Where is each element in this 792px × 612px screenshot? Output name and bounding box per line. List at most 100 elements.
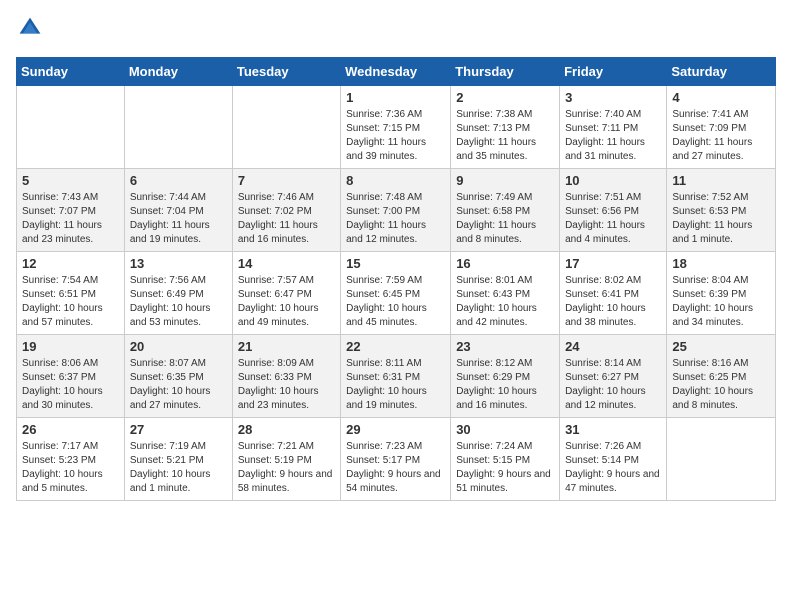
calendar-cell: 14 Sunrise: 7:57 AM Sunset: 6:47 PM Dayli… [232, 252, 340, 335]
calendar-table: SundayMondayTuesdayWednesdayThursdayFrid… [16, 57, 776, 501]
day-info: Sunrise: 7:57 AM Sunset: 6:47 PM Dayligh… [238, 274, 335, 330]
day-info: Sunrise: 8:16 AM Sunset: 6:25 PM Dayligh… [672, 357, 770, 413]
weekday-header-thursday: Thursday [451, 58, 560, 86]
calendar-cell: 20Sunrise: 8:07 AM Sunset: 6:35 PM Dayli… [124, 335, 232, 418]
calendar-cell: 17 Sunrise: 8:02 AM Sunset: 6:41 PM Dayli… [560, 252, 667, 335]
day-info: Sunrise: 7:43 AM Sunset: 7:07 PM Dayligh… [22, 191, 119, 247]
calendar-cell: 6 Sunrise: 7:44 AM Sunset: 7:04 PM Daylig… [124, 169, 232, 252]
page-header [16, 16, 776, 45]
calendar-cell: 22 Sunrise: 8:11 AM Sunset: 6:31 PM Dayli… [341, 335, 451, 418]
day-info: Sunrise: 8:07 AM Sunset: 6:35 PM Dayligh… [130, 357, 227, 413]
weekday-header-sunday: Sunday [17, 58, 125, 86]
calendar-cell: 16 Sunrise: 8:01 AM Sunset: 6:43 PM Dayli… [451, 252, 560, 335]
calendar-cell: 29 Sunrise: 7:23 AM Sunset: 5:17 PM Dayli… [341, 418, 451, 501]
calendar-cell: 4 Sunrise: 7:41 AM Sunset: 7:09 PM Daylig… [667, 86, 776, 169]
day-number: 30 [456, 422, 554, 437]
day-info: Sunrise: 8:09 AM Sunset: 6:33 PM Dayligh… [238, 357, 335, 413]
day-info: Sunrise: 8:02 AM Sunset: 6:41 PM Dayligh… [565, 274, 661, 330]
calendar-cell: 12Sunrise: 7:54 AM Sunset: 6:51 PM Dayli… [17, 252, 125, 335]
day-info: Sunrise: 7:41 AM Sunset: 7:09 PM Dayligh… [672, 108, 770, 164]
day-number: 25 [672, 339, 770, 354]
day-info: Sunrise: 8:01 AM Sunset: 6:43 PM Dayligh… [456, 274, 554, 330]
day-number: 9 [456, 173, 554, 188]
day-number: 13 [130, 256, 227, 271]
day-number: 16 [456, 256, 554, 271]
day-number: 3 [565, 90, 661, 105]
day-number: 26 [22, 422, 119, 437]
calendar-cell: 10Sunrise: 7:51 AM Sunset: 6:56 PM Dayli… [560, 169, 667, 252]
calendar-week-row: 26 Sunrise: 7:17 AM Sunset: 5:23 PM Dayli… [17, 418, 776, 501]
calendar-cell: 8 Sunrise: 7:48 AM Sunset: 7:00 PM Daylig… [341, 169, 451, 252]
calendar-cell: 7 Sunrise: 7:46 AM Sunset: 7:02 PM Daylig… [232, 169, 340, 252]
day-info: Sunrise: 7:44 AM Sunset: 7:04 PM Dayligh… [130, 191, 227, 247]
day-number: 5 [22, 173, 119, 188]
day-number: 14 [238, 256, 335, 271]
day-info: Sunrise: 7:59 AM Sunset: 6:45 PM Dayligh… [346, 274, 445, 330]
calendar-week-row: 19 Sunrise: 8:06 AM Sunset: 6:37 PM Dayli… [17, 335, 776, 418]
day-info: Sunrise: 7:26 AM Sunset: 5:14 PM Dayligh… [565, 440, 661, 496]
calendar-cell: 31 Sunrise: 7:26 AM Sunset: 5:14 PM Dayli… [560, 418, 667, 501]
day-number: 6 [130, 173, 227, 188]
calendar-week-row: 5 Sunrise: 7:43 AM Sunset: 7:07 PM Daylig… [17, 169, 776, 252]
day-number: 31 [565, 422, 661, 437]
calendar-cell: 3Sunrise: 7:40 AM Sunset: 7:11 PM Daylig… [560, 86, 667, 169]
day-info: Sunrise: 7:19 AM Sunset: 5:21 PM Dayligh… [130, 440, 227, 496]
day-number: 19 [22, 339, 119, 354]
day-number: 4 [672, 90, 770, 105]
logo [16, 16, 44, 45]
day-number: 24 [565, 339, 661, 354]
day-info: Sunrise: 7:17 AM Sunset: 5:23 PM Dayligh… [22, 440, 119, 496]
day-info: Sunrise: 7:21 AM Sunset: 5:19 PM Dayligh… [238, 440, 335, 496]
day-number: 22 [346, 339, 445, 354]
day-info: Sunrise: 7:24 AM Sunset: 5:15 PM Dayligh… [456, 440, 554, 496]
day-info: Sunrise: 7:46 AM Sunset: 7:02 PM Dayligh… [238, 191, 335, 247]
weekday-header-tuesday: Tuesday [232, 58, 340, 86]
day-number: 15 [346, 256, 445, 271]
day-info: Sunrise: 8:04 AM Sunset: 6:39 PM Dayligh… [672, 274, 770, 330]
day-info: Sunrise: 8:11 AM Sunset: 6:31 PM Dayligh… [346, 357, 445, 413]
calendar-cell: 5 Sunrise: 7:43 AM Sunset: 7:07 PM Daylig… [17, 169, 125, 252]
calendar-cell: 21 Sunrise: 8:09 AM Sunset: 6:33 PM Dayli… [232, 335, 340, 418]
calendar-cell: 1 Sunrise: 7:36 AM Sunset: 7:15 PM Daylig… [341, 86, 451, 169]
day-number: 8 [346, 173, 445, 188]
calendar-cell: 28Sunrise: 7:21 AM Sunset: 5:19 PM Dayli… [232, 418, 340, 501]
day-info: Sunrise: 7:23 AM Sunset: 5:17 PM Dayligh… [346, 440, 445, 496]
day-number: 23 [456, 339, 554, 354]
calendar-cell: 27 Sunrise: 7:19 AM Sunset: 5:21 PM Dayli… [124, 418, 232, 501]
calendar-cell: 11Sunrise: 7:52 AM Sunset: 6:53 PM Dayli… [667, 169, 776, 252]
calendar-cell: 15 Sunrise: 7:59 AM Sunset: 6:45 PM Dayli… [341, 252, 451, 335]
day-info: Sunrise: 7:49 AM Sunset: 6:58 PM Dayligh… [456, 191, 554, 247]
weekday-header-monday: Monday [124, 58, 232, 86]
calendar-cell [232, 86, 340, 169]
calendar-cell: 30 Sunrise: 7:24 AM Sunset: 5:15 PM Dayli… [451, 418, 560, 501]
calendar-cell: 25 Sunrise: 8:16 AM Sunset: 6:25 PM Dayli… [667, 335, 776, 418]
day-number: 12 [22, 256, 119, 271]
weekday-header-saturday: Saturday [667, 58, 776, 86]
day-info: Sunrise: 7:38 AM Sunset: 7:13 PM Dayligh… [456, 108, 554, 164]
day-number: 21 [238, 339, 335, 354]
day-number: 18 [672, 256, 770, 271]
calendar-cell [124, 86, 232, 169]
day-info: Sunrise: 7:52 AM Sunset: 6:53 PM Dayligh… [672, 191, 770, 247]
day-info: Sunrise: 7:36 AM Sunset: 7:15 PM Dayligh… [346, 108, 445, 164]
day-number: 27 [130, 422, 227, 437]
day-number: 29 [346, 422, 445, 437]
day-number: 1 [346, 90, 445, 105]
day-info: Sunrise: 8:06 AM Sunset: 6:37 PM Dayligh… [22, 357, 119, 413]
weekday-header-wednesday: Wednesday [341, 58, 451, 86]
calendar-week-row: 12Sunrise: 7:54 AM Sunset: 6:51 PM Dayli… [17, 252, 776, 335]
calendar-cell: 18 Sunrise: 8:04 AM Sunset: 6:39 PM Dayli… [667, 252, 776, 335]
calendar-cell: 24Sunrise: 8:14 AM Sunset: 6:27 PM Dayli… [560, 335, 667, 418]
day-info: Sunrise: 7:51 AM Sunset: 6:56 PM Dayligh… [565, 191, 661, 247]
day-number: 17 [565, 256, 661, 271]
calendar-cell: 26 Sunrise: 7:17 AM Sunset: 5:23 PM Dayli… [17, 418, 125, 501]
day-info: Sunrise: 7:48 AM Sunset: 7:00 PM Dayligh… [346, 191, 445, 247]
calendar-cell: 9 Sunrise: 7:49 AM Sunset: 6:58 PM Daylig… [451, 169, 560, 252]
calendar-cell [667, 418, 776, 501]
weekday-header-row: SundayMondayTuesdayWednesdayThursdayFrid… [17, 58, 776, 86]
calendar-week-row: 1 Sunrise: 7:36 AM Sunset: 7:15 PM Daylig… [17, 86, 776, 169]
day-number: 7 [238, 173, 335, 188]
day-number: 2 [456, 90, 554, 105]
day-info: Sunrise: 7:56 AM Sunset: 6:49 PM Dayligh… [130, 274, 227, 330]
day-info: Sunrise: 8:12 AM Sunset: 6:29 PM Dayligh… [456, 357, 554, 413]
